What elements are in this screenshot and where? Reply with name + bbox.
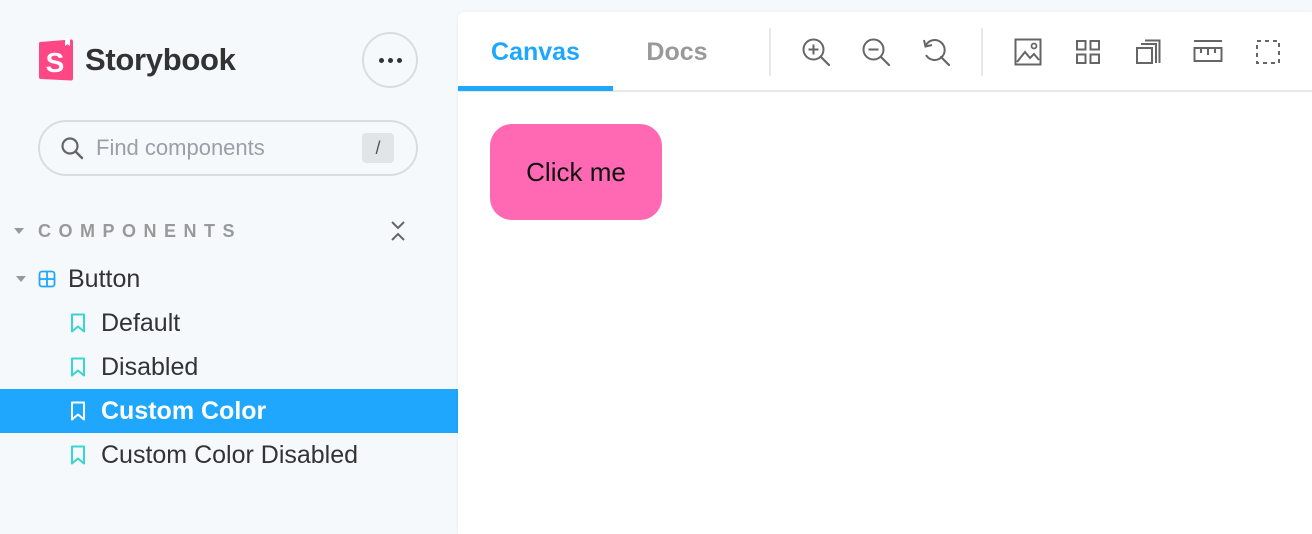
background-button[interactable]: [1010, 34, 1046, 70]
story-label: Custom Color: [101, 396, 267, 425]
background-image-icon: [1014, 38, 1042, 66]
component-grid-icon: [38, 270, 56, 288]
tab-docs[interactable]: Docs: [613, 12, 741, 92]
story-item-custom-color[interactable]: Custom Color: [0, 389, 458, 433]
tree-item-label: Button: [68, 264, 141, 293]
toolbar-divider: [981, 28, 983, 76]
story-item-custom-color-disabled[interactable]: Custom Color Disabled: [0, 433, 458, 477]
outline-icon: [1256, 40, 1280, 64]
canvas-area: Click me: [458, 92, 1312, 534]
search-input[interactable]: [96, 135, 346, 161]
ellipsis-dot: [387, 57, 393, 63]
bookmark-icon: [71, 401, 85, 421]
tree-component-button[interactable]: Button: [0, 257, 458, 301]
ellipsis-icon: [378, 57, 384, 63]
story-item-default[interactable]: Default: [0, 301, 458, 345]
active-tab-indicator: [458, 86, 613, 91]
outline-button[interactable]: [1250, 34, 1286, 70]
search-shortcut-key: /: [362, 133, 394, 163]
bookmark-icon: [71, 357, 85, 377]
section-title: COMPONENTS: [38, 220, 243, 241]
components-section-header[interactable]: COMPONENTS: [14, 214, 414, 248]
tab-canvas[interactable]: Canvas: [458, 12, 613, 92]
sidebar: S Storybook / COMPONENTS Button: [0, 0, 458, 534]
zoom-in-icon: [802, 38, 831, 67]
grid-button[interactable]: [1070, 34, 1106, 70]
story-item-disabled[interactable]: Disabled: [0, 345, 458, 389]
viewport-icon: [1136, 39, 1161, 64]
ellipsis-dot: [396, 57, 402, 63]
viewport-button[interactable]: [1130, 34, 1166, 70]
more-options-button[interactable]: [362, 32, 418, 88]
search-box[interactable]: /: [38, 120, 418, 176]
collapse-all-icon[interactable]: [388, 218, 408, 244]
search-icon: [61, 137, 84, 160]
bookmark-icon: [71, 445, 85, 465]
brand[interactable]: S Storybook: [38, 38, 236, 82]
zoom-out-button[interactable]: [858, 34, 894, 70]
preview-panel: Canvas Docs Click me: [458, 12, 1312, 534]
toolbar: Canvas Docs: [458, 12, 1312, 92]
bookmark-icon: [71, 313, 85, 333]
story-label: Disabled: [101, 352, 199, 381]
toolbar-divider: [769, 28, 771, 76]
story-label: Default: [101, 308, 181, 337]
story-label: Custom Color Disabled: [101, 440, 359, 469]
brand-name: Storybook: [85, 42, 236, 77]
measure-ruler-icon: [1193, 40, 1223, 62]
zoom-reset-icon: [923, 39, 951, 67]
caret-down-icon: [14, 228, 24, 234]
caret-down-icon: [16, 276, 26, 282]
zoom-in-button[interactable]: [798, 34, 834, 70]
svg-text:S: S: [46, 47, 65, 78]
measure-button[interactable]: [1190, 34, 1226, 70]
click-me-button[interactable]: Click me: [490, 124, 662, 220]
grid-icon: [1076, 40, 1100, 64]
zoom-out-icon: [862, 38, 891, 67]
zoom-reset-button[interactable]: [918, 34, 954, 70]
storybook-logo-icon: S: [38, 38, 74, 82]
